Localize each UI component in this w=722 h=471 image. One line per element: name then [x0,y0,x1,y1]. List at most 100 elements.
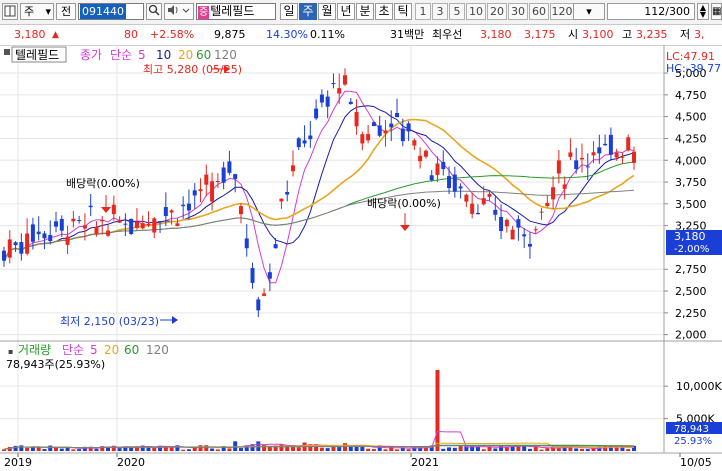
candle-body [579,157,584,160]
change-amount: 80 [124,28,138,41]
period-tab-5[interactable]: 초 [375,3,393,20]
candle-body [620,156,625,158]
candle-body [250,268,255,283]
volume-bar [493,448,498,451]
candle-body [181,204,186,207]
candle-body [30,224,35,242]
period-tab-0[interactable]: 일 [280,3,298,20]
candle-body [94,226,99,234]
annotation-dividend-1: 배당락(0.00%) [66,177,140,190]
volume-bar [400,447,405,451]
legend-ma10: 10 [156,48,171,62]
volume-bar [319,447,324,451]
candle-body [117,220,122,223]
current-change-tag-value: -2.00% [674,244,709,255]
settings-icon[interactable]: ▦ [711,3,722,20]
spin-icon[interactable]: ▲ ▼ [697,3,709,20]
candle-body [591,152,596,156]
period-tab-3[interactable]: 년 [337,3,355,20]
name-badge: 증 [198,6,210,19]
candle-body [395,112,400,118]
interval-button-5[interactable]: 5 [449,3,465,20]
candle-body [562,184,567,189]
sound-icon[interactable] [164,3,194,20]
candle-body [221,167,226,183]
candle-body [337,88,342,94]
volume-bar [626,449,631,451]
interval-button-1[interactable]: 1 [415,3,431,20]
panel-menu-icon[interactable] [4,49,10,55]
volume-axis: 10,000K5,000K [664,380,722,426]
search-icon[interactable] [146,3,162,20]
candle-body [343,75,348,85]
interval-button-60[interactable]: 60 [529,3,549,20]
volume-bar [94,448,99,451]
candle-body [308,135,313,140]
candle-body [377,125,382,136]
volume-bar [481,449,486,451]
interval-button-30[interactable]: 30 [508,3,528,20]
stock-name-field[interactable]: 증 텔레필드 [196,3,276,20]
candle-body [608,134,613,155]
panel-menu-icon[interactable]: ▪ [8,347,13,356]
candle-body [169,210,174,213]
candle-body [383,130,388,134]
period-tab-1[interactable]: 주 [299,3,317,20]
candle-body [475,212,480,215]
candle-body [487,193,492,197]
volume-bar [59,448,64,451]
chart-type-icon[interactable] [2,3,18,20]
candle-body [522,234,527,237]
chart-area[interactable]: 5,000 4,750 4,500 4,250 4,000 3,750 3,500 3,250… [0,45,722,469]
candle-body [435,163,440,175]
interval-button-20[interactable]: 20 [487,3,507,20]
volume-bar [539,449,544,451]
volume-bar [383,449,388,451]
volume-bar [48,445,53,451]
volume-bar [527,448,532,451]
period-tab-4[interactable]: 분 [356,3,374,20]
period-tab-6[interactable]: 틱 [394,3,412,20]
change-rate: +2.58% [150,28,195,41]
candle-body [106,230,111,236]
stock-code-value: 091440 [80,4,126,19]
interval-select[interactable]: ▾ [573,3,605,20]
candle-body [412,140,417,146]
price-tick-label-10: 2,250 [675,307,707,320]
candle-body [65,236,70,245]
candle-body [585,166,590,168]
candle-body [175,223,180,226]
candle-body [227,161,232,173]
interval-button-10[interactable]: 10 [466,3,486,20]
interval-button-3[interactable]: 3 [432,3,448,20]
prev-button[interactable]: 전 [56,3,76,20]
market-select[interactable]: 주 ▾ [20,3,54,20]
volume-legend-ma120: 120 [146,343,169,357]
stock-chart[interactable]: 5,0004,7504,5004,2504,0003,7503,5003,250… [0,45,722,469]
candle-body [186,203,191,211]
volume-bar [337,447,342,451]
volume-bar [371,449,376,451]
interval-button-120[interactable]: 120 [550,3,574,20]
volume-bar [100,446,105,451]
candle-body [614,152,619,158]
candle-body [447,176,452,189]
best-bid: 3,175 [524,28,556,41]
data-count-field[interactable]: 112/300 [607,3,695,20]
volume-current-tag-value: 78,943 [674,424,709,435]
volume-bar [475,446,480,451]
volume-bar [579,448,584,451]
stock-code-input[interactable]: 091440 [78,3,144,20]
volume-bar [279,444,284,451]
volume-bar [210,448,215,451]
volume: 9,875 [214,28,246,41]
volume-legend-ma5: 5 [90,343,98,357]
chevron-down-icon: ▾ [586,5,592,18]
candle-body [210,181,215,202]
volume-bar [198,445,203,451]
candle-body [464,194,469,202]
volume-bars [2,369,636,451]
volume-bar [42,449,47,451]
period-tab-2[interactable]: 월 [318,3,336,20]
low-price: 3, [694,28,705,41]
